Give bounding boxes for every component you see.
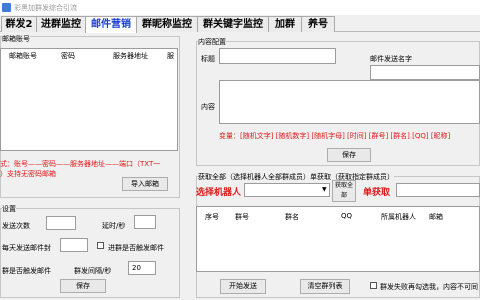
content-label: 内容	[201, 103, 215, 111]
account-group-title: 邮箱账号	[2, 34, 30, 44]
title-bar: 彩黑加群发综合引流	[0, 0, 480, 15]
single-fetch-label: 单获取	[363, 188, 391, 198]
column-header: 群号	[235, 213, 249, 221]
tab-join-group[interactable]: 加群	[268, 16, 302, 32]
app-icon	[2, 3, 11, 12]
send-count-label: 发送次数	[2, 222, 30, 230]
member-table[interactable]: 序号 群号 群名 QQ 所属机器人 邮箱	[196, 206, 480, 272]
group-interval-input[interactable]: 20	[128, 261, 156, 275]
tab-nurture[interactable]: 养号	[301, 16, 335, 32]
robot-select[interactable]	[244, 183, 330, 197]
chevron-down-icon[interactable]: ▼	[322, 186, 327, 193]
tab-email-marketing[interactable]: 邮件营销	[85, 16, 137, 33]
clear-group-list-button[interactable]: 清空群列表	[300, 279, 350, 294]
import-email-button[interactable]: 导入邮箱	[122, 177, 168, 191]
single-fetch-input[interactable]	[396, 183, 480, 197]
column-header: 序号	[205, 213, 219, 221]
column-header: 服	[167, 52, 174, 60]
fetch-group-title: 获取全部（选择机器人全部群成员）单获取（获取指定群成员）	[198, 172, 394, 182]
start-send-button[interactable]: 开始发送	[220, 279, 266, 294]
trigger-label: 进群是否触发邮件	[108, 244, 164, 252]
settings-group-title: 设置	[2, 204, 16, 214]
title-label: 标题	[201, 55, 215, 63]
title-input[interactable]	[219, 48, 336, 64]
column-header: 邮箱账号	[9, 52, 37, 60]
failure-checkbox[interactable]	[370, 282, 377, 289]
daily-limit-label: 每天发送邮件封	[2, 244, 51, 252]
send-trigger-label: 群是否触发邮件	[2, 267, 51, 275]
group-interval-label: 群发间隔/秒	[74, 267, 112, 275]
fetch-all-button[interactable]: 获取全部	[332, 180, 356, 202]
robot-label: 选择机器人	[196, 188, 242, 198]
column-header: 邮箱	[429, 213, 443, 221]
send-count-input[interactable]	[46, 216, 76, 230]
column-header: 服务器地址	[113, 52, 148, 60]
content-group-title: 内容配置	[198, 37, 226, 47]
interval-label: 延时/秒	[102, 222, 126, 230]
column-header: QQ	[341, 212, 353, 220]
column-header: 密码	[61, 52, 75, 60]
tab-qunfa2[interactable]: 群发2	[1, 16, 37, 32]
content-textarea[interactable]	[219, 80, 480, 124]
settings-save-button[interactable]: 保存	[60, 279, 106, 293]
account-table[interactable]: 邮箱账号 密码 服务器地址 服	[0, 48, 178, 151]
window-title: 彩黑加群发综合引流	[14, 4, 77, 12]
tab-nickname-monitor[interactable]: 群昵称监控	[136, 16, 198, 32]
column-header: 群名	[285, 213, 299, 221]
content-save-button[interactable]: 保存	[327, 148, 371, 162]
column-header: 所属机器人	[381, 213, 416, 221]
variables-hint: 变量：[随机文字] [随机数字] [随机字母] [时间] [群号] [群名] […	[219, 132, 451, 140]
interval-input[interactable]	[134, 215, 156, 229]
tab-keyword-monitor[interactable]: 群关键字监控	[197, 16, 269, 32]
tab-join-monitor[interactable]: 进群监控	[36, 16, 86, 32]
failure-label: 群发失败再勾选我，内容不可同	[380, 283, 478, 291]
sender-name-label: 邮件发送名字	[370, 55, 412, 63]
trigger-checkbox[interactable]	[97, 242, 104, 249]
sender-name-input[interactable]	[370, 65, 480, 80]
format-hint: 式：账号——密码——服务器地址——端口（TXT一	[0, 160, 161, 168]
daily-limit-input[interactable]	[60, 238, 88, 252]
format-hint-2: ）支持无密码邮箱	[0, 170, 56, 178]
